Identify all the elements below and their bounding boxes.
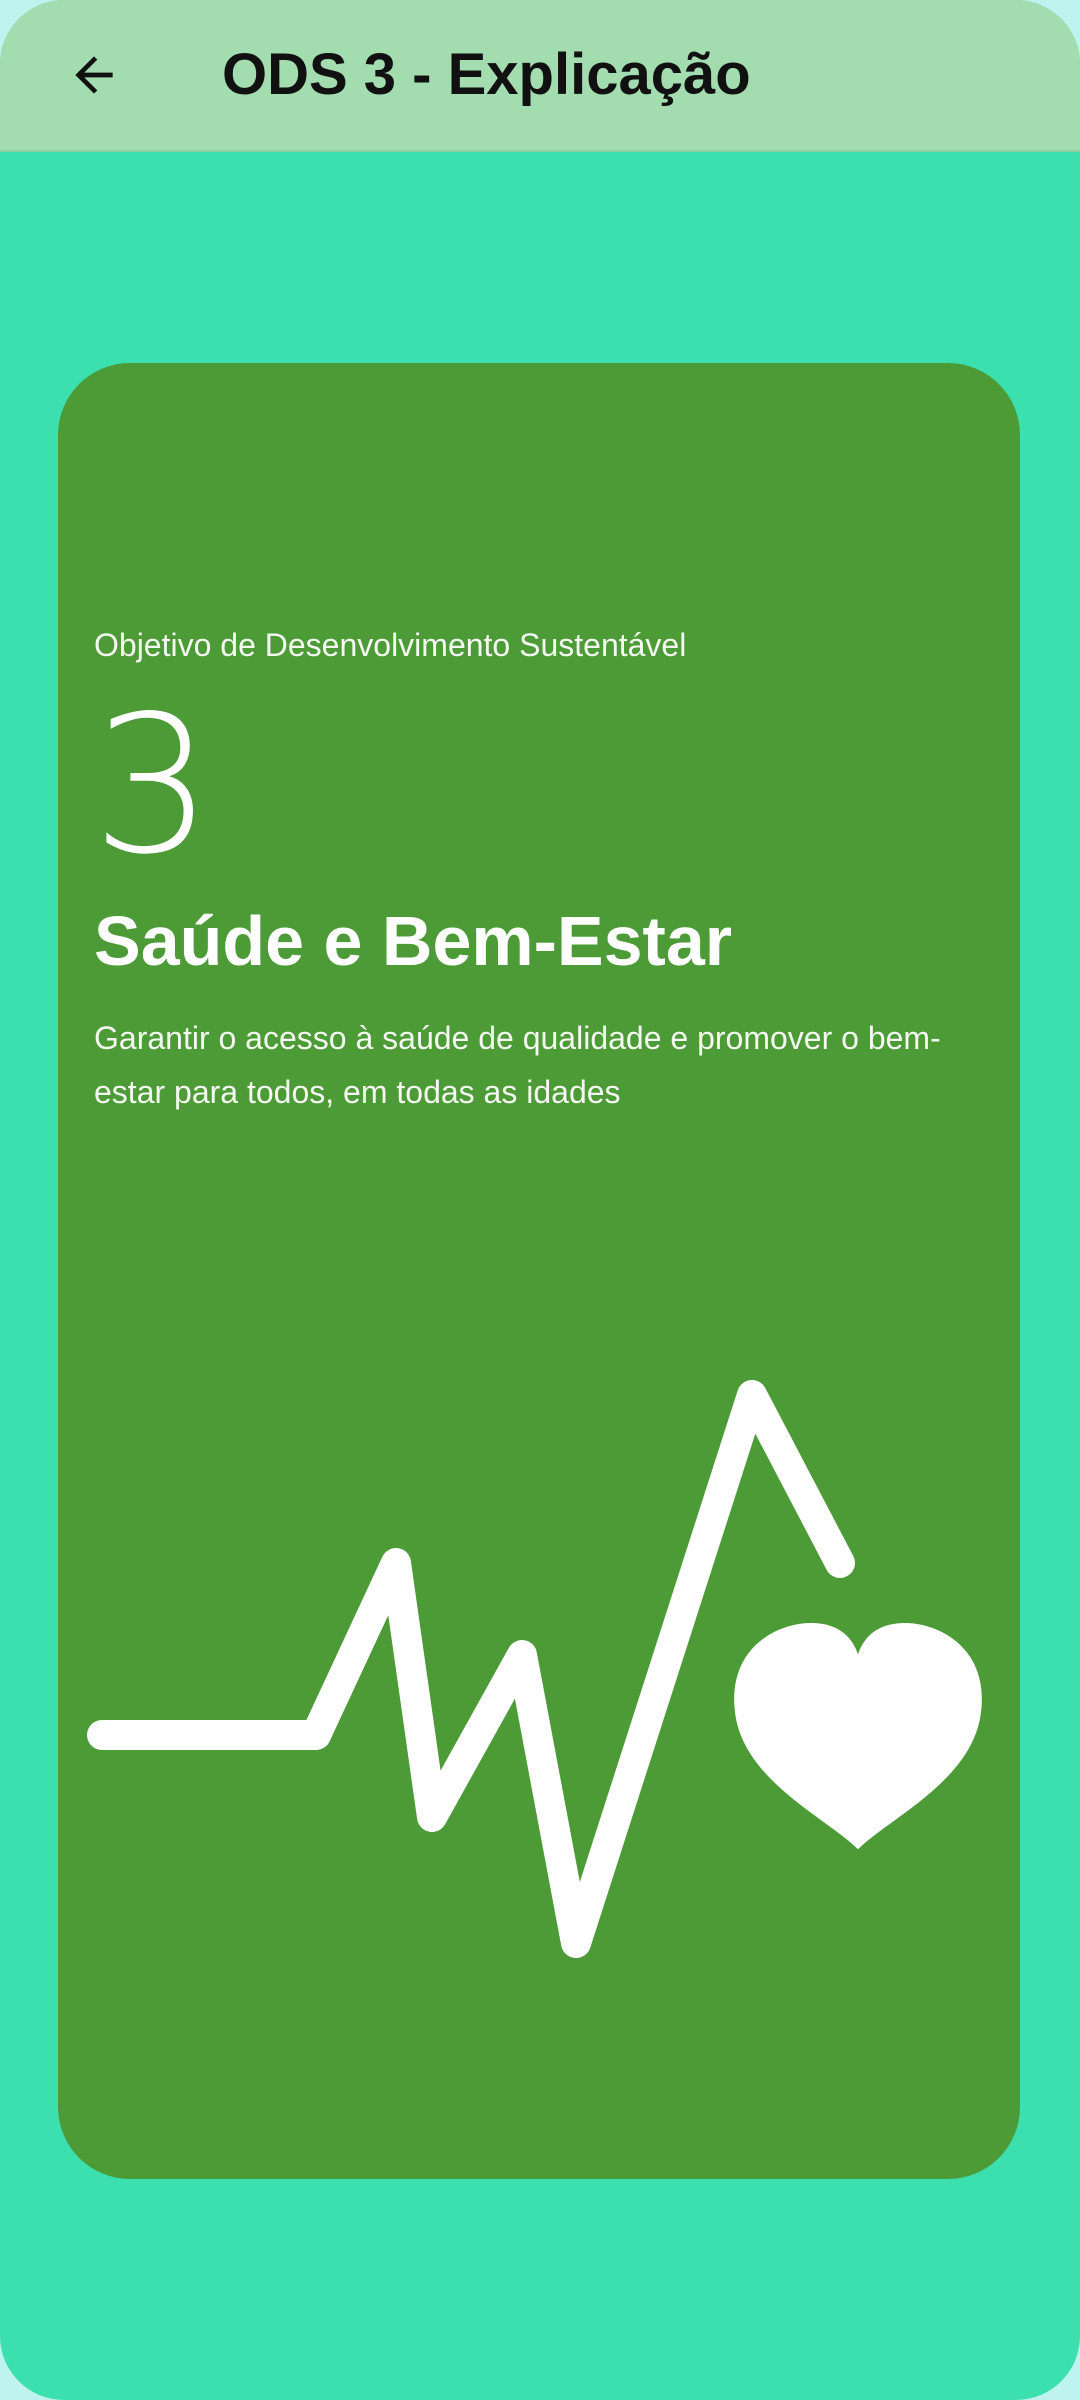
back-button[interactable] <box>52 35 136 115</box>
page-title: ODS 3 - Explicação <box>222 42 751 107</box>
ods-card: Objetivo de Desenvolvimento Sustentável … <box>58 363 1020 2179</box>
heartbeat-line <box>87 1380 855 1958</box>
app-bar: ODS 3 - Explicação <box>0 0 1080 152</box>
heart-shape <box>734 1623 982 1850</box>
screen: ODS 3 - Explicação Objetivo de Desenvolv… <box>0 0 1080 2400</box>
arrow-left-icon <box>75 56 113 94</box>
heartbeat-heart-icon <box>87 1380 982 1958</box>
